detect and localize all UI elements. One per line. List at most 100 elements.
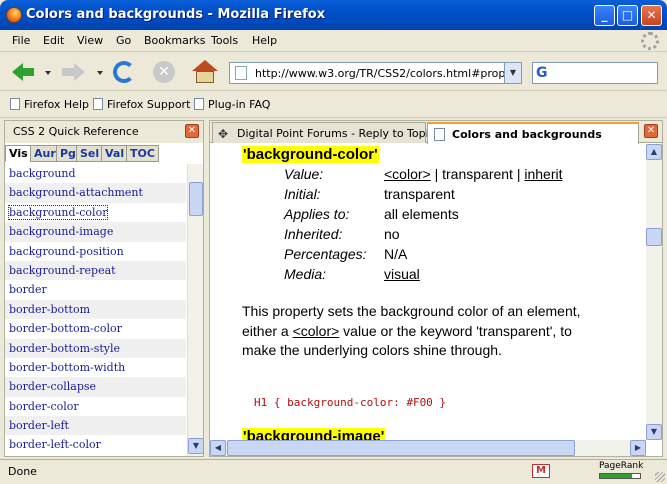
sidebar-link-label: border-left <box>9 419 69 433</box>
bookmark-firefox-help[interactable]: Firefox Help <box>10 98 89 111</box>
sidebar-link-border-collapse[interactable]: border-collapse <box>5 377 186 397</box>
sidebar-link-border-color[interactable]: border-color <box>5 397 186 416</box>
menu-go[interactable]: Go <box>116 34 131 47</box>
sidebar-link-border[interactable]: border <box>5 280 186 299</box>
forward-button[interactable] <box>59 57 89 87</box>
sidebar-link-label: border-left-color <box>9 438 101 452</box>
sidebar-link-label: border-bottom-style <box>9 341 121 355</box>
sidebar-header: CSS 2 Quick Reference ✕ <box>5 121 203 143</box>
property-value-initial: transparent <box>384 186 455 202</box>
menu-help[interactable]: Help <box>252 34 277 47</box>
scroll-up-button[interactable]: ▲ <box>646 144 662 160</box>
sidebar-link-border-bottom[interactable]: border-bottom <box>5 299 186 320</box>
property-label-inherited: Inherited: <box>284 226 343 242</box>
back-arrow-icon-tail <box>22 68 34 76</box>
gmail-icon[interactable]: M <box>532 464 550 478</box>
pagerank-indicator[interactable]: PageRank <box>597 461 643 483</box>
menu-bookmarks[interactable]: Bookmarks <box>144 34 205 47</box>
sidebar-link-label: background-attachment <box>9 186 143 200</box>
tab-digital-point-forums[interactable]: ✥ Digital Point Forums - Reply to Topic <box>212 122 435 143</box>
sidebar-link-background-color[interactable]: background-color <box>5 203 186 222</box>
sidebar-link-background-position[interactable]: background-position <box>5 242 186 261</box>
title-bar[interactable]: Colors and backgrounds - Mozilla Firefox… <box>0 0 667 30</box>
menu-view[interactable]: View <box>77 34 103 47</box>
sidebar-tab-val[interactable]: Val <box>101 145 129 162</box>
forward-arrow-icon <box>74 63 85 81</box>
tab-label: Digital Point Forums - Reply to Topic <box>237 127 435 140</box>
visual-link[interactable]: visual <box>384 266 420 282</box>
property-label-media: Media: <box>284 266 327 282</box>
menu-tools[interactable]: Tools <box>211 34 238 47</box>
google-search-icon[interactable]: G <box>536 65 550 81</box>
sidebar-link-label: border-collapse <box>9 380 97 394</box>
property-label-initial: Initial: <box>284 186 321 202</box>
url-history-dropdown[interactable]: ▼ <box>504 63 521 83</box>
scroll-left-button[interactable]: ◀ <box>210 440 226 456</box>
bookmark-label: Firefox Support <box>107 98 191 111</box>
forward-history-dropdown[interactable] <box>97 71 103 75</box>
sidebar-link-border-bottom-style[interactable]: border-bottom-style <box>5 338 186 358</box>
sidebar-scroll-thumb[interactable] <box>189 182 203 216</box>
bookmark-plugin-faq[interactable]: Plug-in FAQ <box>194 98 270 111</box>
home-button[interactable] <box>190 57 220 87</box>
pagerank-bar <box>599 473 641 479</box>
bookmark-icon <box>194 98 204 110</box>
search-box[interactable]: G <box>532 62 658 84</box>
sidebar-scroll-down-button[interactable]: ▼ <box>188 438 204 454</box>
minimize-button[interactable]: _ <box>594 5 615 26</box>
color-link[interactable]: <color> <box>293 323 340 339</box>
maximize-button[interactable]: □ <box>617 5 638 26</box>
reload-button[interactable] <box>109 57 139 87</box>
back-button[interactable] <box>8 57 38 87</box>
sidebar-tab-sel[interactable]: Sel <box>76 145 104 162</box>
sidebar-tab-vis[interactable]: Vis <box>5 145 32 162</box>
sidebar: CSS 2 Quick Reference ✕ Vis Aur Pg Sel V… <box>4 120 204 457</box>
sidebar-tab-toc[interactable]: TOC <box>126 145 159 162</box>
vertical-scroll-thumb[interactable] <box>646 228 662 246</box>
close-button[interactable]: ✕ <box>641 5 662 26</box>
sidebar-link-background-repeat[interactable]: background-repeat <box>5 260 186 281</box>
tab-close-button[interactable]: ✕ <box>644 124 658 138</box>
sidebar-link-label: background-color <box>7 204 109 220</box>
content-vertical-scrollbar[interactable]: ▲ ▼ <box>646 144 662 440</box>
sidebar-link-border-left[interactable]: border-left <box>5 416 186 436</box>
content-horizontal-scrollbar[interactable]: ◀ ▶ <box>210 440 646 456</box>
color-link[interactable]: <color> <box>384 166 431 182</box>
firefox-icon <box>6 7 22 23</box>
status-text: Done <box>8 465 37 478</box>
menu-file[interactable]: File <box>12 34 30 47</box>
scroll-right-button[interactable]: ▶ <box>630 440 646 456</box>
scroll-down-button[interactable]: ▼ <box>646 424 662 440</box>
sidebar-link-border-bottom-width[interactable]: border-bottom-width <box>5 358 186 377</box>
reload-icon <box>113 61 135 83</box>
sidebar-link-label: border-bottom <box>9 302 91 316</box>
back-history-dropdown[interactable] <box>45 71 51 75</box>
search-input[interactable] <box>555 65 655 81</box>
url-input[interactable]: http://www.w3.org/TR/CSS2/colors.html#pr… <box>255 67 505 80</box>
resize-grip[interactable] <box>655 472 665 482</box>
sidebar-link-border-left-color[interactable]: border-left-color <box>5 435 186 454</box>
sidebar-link-background-image[interactable]: background-image <box>5 222 186 242</box>
throbber-icon <box>641 32 659 50</box>
sidebar-property-list: background background-attachment backgro… <box>5 164 186 456</box>
sidebar-close-button[interactable]: ✕ <box>185 124 199 138</box>
tab-strip: ✥ Digital Point Forums - Reply to Topic … <box>210 121 662 144</box>
url-bar[interactable]: http://www.w3.org/TR/CSS2/colors.html#pr… <box>229 62 522 84</box>
sidebar-scrollbar[interactable]: ▼ <box>187 164 204 456</box>
horizontal-scroll-thumb[interactable] <box>227 440 575 456</box>
bookmark-icon <box>93 98 103 110</box>
bookmarks-toolbar: Firefox Help Firefox Support Plug-in FAQ <box>0 92 667 118</box>
stop-button[interactable]: ✕ <box>149 57 179 87</box>
menu-edit[interactable]: Edit <box>43 34 64 47</box>
sidebar-link-border-bottom-color[interactable]: border-bottom-color <box>5 319 186 338</box>
sidebar-link-label: background-position <box>9 244 124 258</box>
status-bar: Done M PageRank <box>0 459 667 484</box>
inherit-link[interactable]: inherit <box>524 166 562 182</box>
bookmark-icon <box>10 98 20 110</box>
tab-colors-and-backgrounds[interactable]: Colors and backgrounds <box>427 122 639 144</box>
bookmark-firefox-support[interactable]: Firefox Support <box>93 98 190 111</box>
sidebar-link-label: background <box>9 167 76 180</box>
sidebar-link-label: background-repeat <box>9 263 116 277</box>
sidebar-link-background-attachment[interactable]: background-attachment <box>5 183 186 203</box>
sidebar-link-background[interactable]: background <box>5 164 186 183</box>
